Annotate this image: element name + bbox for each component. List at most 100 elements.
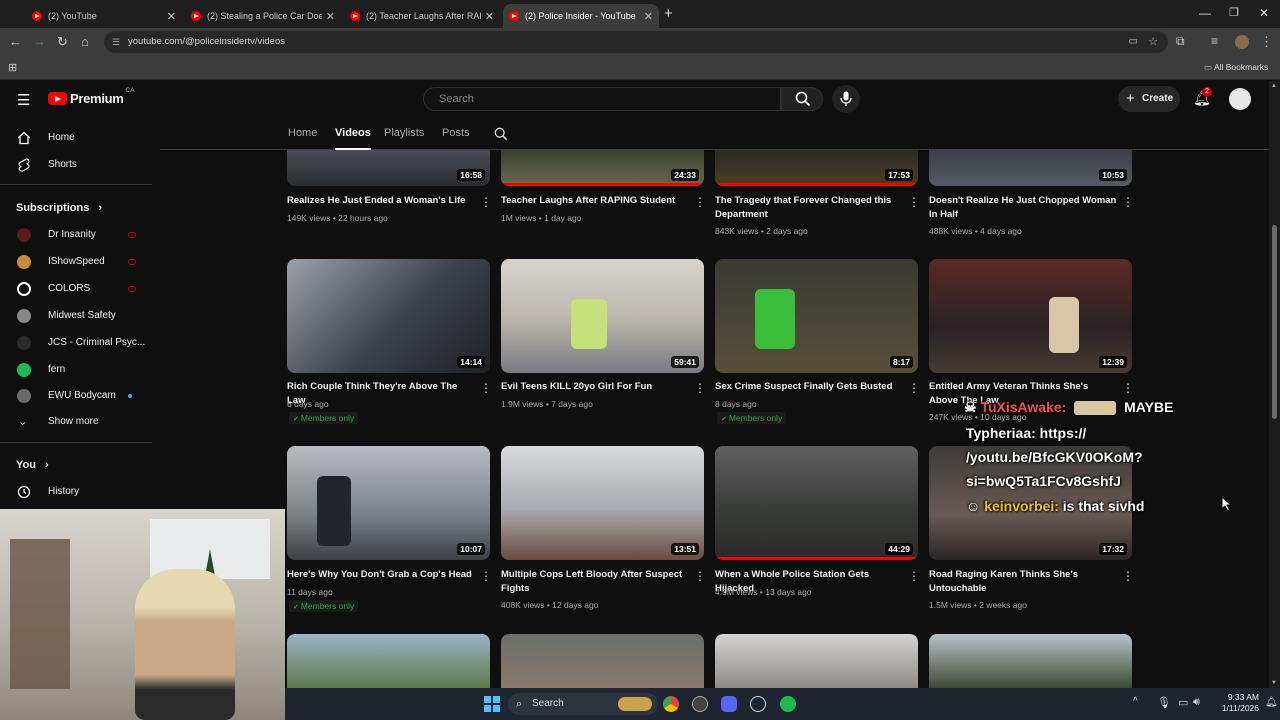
video-title[interactable]: The Tragedy that Forever Changed this De… [715, 194, 905, 221]
video-options-icon[interactable]: ⋮ [694, 381, 706, 395]
create-button[interactable]: + Create [1118, 86, 1180, 112]
discord-icon[interactable] [721, 696, 737, 712]
back-icon[interactable]: ← [9, 34, 22, 49]
notifications-button[interactable]: 🔔︎ 2 [1193, 87, 1212, 107]
hamburger-menu-icon[interactable]: ☰ [17, 91, 30, 109]
video-thumbnail[interactable]: 13:51 [501, 446, 704, 560]
video-title[interactable]: Evil Teens KILL 20yo Girl For Fun [501, 380, 691, 394]
video-options-icon[interactable]: ⋮ [694, 195, 706, 209]
apps-grid-icon[interactable]: ⊞ [8, 61, 17, 74]
start-menu-icon[interactable] [484, 696, 500, 712]
video-thumbnail[interactable]: 8:17 [715, 259, 918, 373]
search-button[interactable] [781, 87, 823, 111]
video-thumbnail[interactable]: 10:53 [929, 150, 1132, 186]
video-options-icon[interactable]: ⋮ [480, 569, 492, 583]
video-thumbnail[interactable]: 44:29 [715, 446, 918, 560]
video-options-icon[interactable]: ⋮ [908, 381, 920, 395]
close-tab-icon[interactable]: ✕ [167, 10, 176, 23]
video-thumbnail[interactable] [715, 634, 918, 688]
scroll-down-icon[interactable]: ▼ [1271, 680, 1277, 686]
tray-overflow-icon[interactable]: ^ [1133, 696, 1138, 707]
video-thumbnail[interactable]: 10:07 [287, 446, 490, 560]
media-controls-icon[interactable]: ≡ [1211, 34, 1218, 48]
chrome-icon[interactable] [663, 696, 679, 712]
search-input[interactable]: Search [423, 87, 781, 111]
scrollbar-thumb[interactable] [1272, 225, 1277, 419]
site-info-icon[interactable]: ☰ [112, 31, 120, 53]
browser-tab[interactable]: (2) YouTube ✕ [26, 4, 182, 28]
microphone-tray-icon[interactable]: 🎙︎ [1157, 696, 1171, 709]
steam-icon[interactable] [750, 696, 766, 712]
video-title[interactable]: Here's Why You Don't Grab a Cop's Head [287, 568, 477, 582]
sidebar-item-history[interactable]: History [0, 479, 152, 505]
video-title[interactable]: Realizes He Just Ended a Woman's Life [287, 194, 477, 208]
volume-icon[interactable]: 🔊︎ [1193, 696, 1200, 709]
video-thumbnail[interactable]: 59:41 [501, 259, 704, 373]
youtube-logo[interactable]: Premium CA [48, 87, 135, 106]
video-title[interactable]: Teacher Laughs After RAPING Student [501, 194, 691, 208]
subscriptions-header[interactable]: Subscriptions › [0, 195, 152, 221]
video-title[interactable]: Sex Crime Suspect Finally Gets Busted [715, 380, 905, 394]
tab-videos[interactable]: Videos [335, 119, 371, 150]
video-thumbnail[interactable]: 14:14 [287, 259, 490, 373]
video-title[interactable]: Doesn't Realize He Just Chopped Woman In… [929, 194, 1119, 221]
browser-menu-icon[interactable]: ⋮ [1260, 34, 1273, 50]
all-bookmarks-button[interactable]: ▭ All Bookmarks [1204, 62, 1268, 73]
network-icon[interactable]: ▭ [1178, 696, 1188, 709]
address-bar[interactable]: ☰ youtube.com/@policeinsidertv/videos ▭ … [104, 31, 1168, 53]
tab-posts[interactable]: Posts [442, 119, 470, 150]
obs-icon[interactable] [692, 696, 708, 712]
video-options-icon[interactable]: ⋮ [908, 569, 920, 583]
reload-icon[interactable]: ↻ [57, 34, 68, 50]
bookmark-star-icon[interactable]: ☆ [1148, 31, 1158, 53]
video-thumbnail[interactable]: 24:33 [501, 150, 704, 186]
close-tab-icon[interactable]: ✕ [644, 10, 653, 23]
browser-tab-active[interactable]: (2) Police Insider - YouTube ✕ [503, 4, 659, 28]
video-options-icon[interactable]: ⋮ [480, 195, 492, 209]
browser-tab[interactable]: (2) Teacher Laughs After RAPIN ✕ [344, 4, 500, 28]
home-browser-icon[interactable]: ⌂ [81, 34, 89, 49]
video-options-icon[interactable]: ⋮ [1122, 381, 1134, 395]
sidebar-subscription[interactable]: EWU Bodycam [0, 383, 152, 409]
tab-playlists[interactable]: Playlists [384, 119, 424, 150]
scroll-up-icon[interactable]: ▲ [1271, 83, 1277, 89]
cast-icon[interactable]: ▭ [1129, 31, 1138, 53]
sidebar-subscription[interactable]: IShowSpeed [0, 249, 152, 275]
video-thumbnail[interactable]: 17:53 [715, 150, 918, 186]
video-options-icon[interactable]: ⋮ [694, 569, 706, 583]
voice-search-button[interactable] [832, 85, 860, 113]
video-title[interactable]: Road Raging Karen Thinks She's Untouchab… [929, 568, 1119, 595]
video-thumbnail[interactable]: 16:58 [287, 150, 490, 186]
video-thumbnail[interactable] [287, 634, 490, 688]
video-thumbnail[interactable] [929, 634, 1132, 688]
you-header[interactable]: You › [0, 452, 152, 478]
sidebar-subscription[interactable]: JCS - Criminal Psyc... [0, 330, 152, 356]
video-options-icon[interactable]: ⋮ [1122, 195, 1134, 209]
video-thumbnail[interactable] [501, 634, 704, 688]
taskbar-clock[interactable]: 9:33 AM 1/11/2026 [1213, 692, 1259, 714]
new-tab-button[interactable]: + [664, 5, 673, 22]
sidebar-subscription[interactable]: Dr Insanity [0, 222, 152, 248]
profile-avatar[interactable] [1235, 35, 1249, 49]
channel-search-icon[interactable] [494, 127, 508, 141]
forward-icon[interactable]: → [33, 34, 46, 49]
sidebar-item-home[interactable]: Home [0, 125, 152, 151]
minimize-icon[interactable]: — [1199, 6, 1211, 20]
close-tab-icon[interactable]: ✕ [326, 10, 335, 23]
account-avatar[interactable] [1229, 88, 1251, 110]
video-options-icon[interactable]: ⋮ [480, 381, 492, 395]
sidebar-subscription[interactable]: COLORS [0, 276, 152, 302]
video-thumbnail[interactable]: 12:39 [929, 259, 1132, 373]
taskbar-search[interactable]: ⌕ Search [508, 693, 658, 715]
sidebar-subscription[interactable]: Midwest Safety [0, 303, 152, 329]
sidebar-subscription[interactable]: fern [0, 357, 152, 383]
browser-tab[interactable]: (2) Stealing a Police Car Doesn't ✕ [185, 4, 341, 28]
restore-icon[interactable]: ❐ [1229, 6, 1239, 19]
close-tab-icon[interactable]: ✕ [485, 10, 494, 23]
notification-center-icon[interactable]: 🔔︎ [1265, 697, 1278, 708]
video-title[interactable]: Multiple Cops Left Bloody After Suspect … [501, 568, 691, 595]
tab-home[interactable]: Home [288, 119, 317, 150]
show-more-button[interactable]: ⌄ Show more [0, 409, 152, 435]
video-options-icon[interactable]: ⋮ [1122, 569, 1134, 583]
page-scrollbar[interactable]: ▲ ▼ [1269, 81, 1280, 688]
